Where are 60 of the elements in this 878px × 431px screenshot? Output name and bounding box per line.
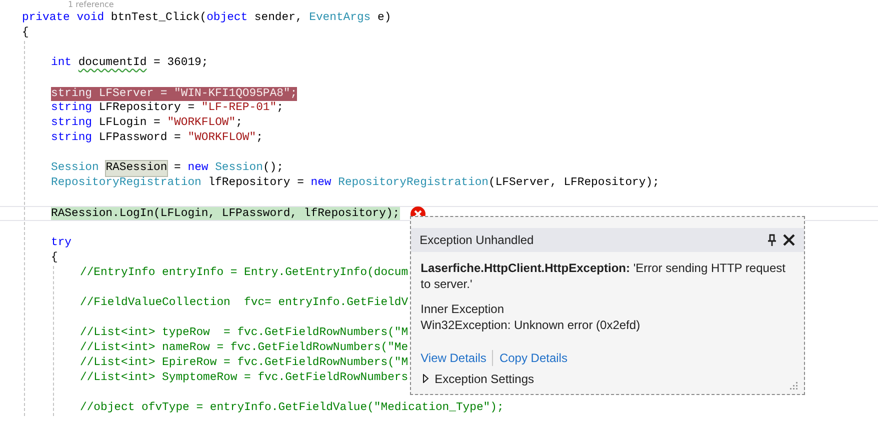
popup-title: Exception Unhandled — [420, 232, 535, 246]
code-token: EventArgs — [309, 11, 371, 26]
code-token: = 36019; — [152, 56, 208, 71]
code-token: string — [51, 116, 92, 131]
code-token: sender, — [253, 11, 304, 26]
inner-exception-message: Win32Exception: Unknown error (0x2efd) — [420, 316, 642, 332]
code-token: new — [310, 176, 332, 191]
code-token: new — [188, 161, 210, 176]
code-token: { — [51, 251, 58, 266]
code-token: RepositoryRegistration — [338, 176, 488, 191]
code-token: LFPassword = — [98, 131, 182, 146]
code-token: btnTest_Click( — [110, 11, 207, 26]
code-token: documentId — [78, 56, 147, 71]
code-token: string — [51, 86, 92, 100]
code-token: LFServer = — [98, 86, 168, 100]
code-token: RASession.LogIn(LFLogin, LFPassword, lfRepository); — [51, 206, 400, 220]
details-link[interactable]: View Details — [420, 350, 486, 364]
code-token: //FieldValueCollection fvc= entryInfo.GetFieldV — [80, 296, 408, 311]
code-token: "WIN-KFI1QO95PA8" — [174, 86, 290, 100]
code-token: ; — [276, 101, 284, 116]
code-token: RepositoryRegistration — [51, 176, 202, 191]
exception-message: Laserfiche.HttpClient.HttpException: 'Error sending HTTP request to server.' — [420, 260, 786, 292]
code-token: "WORKFLOW" — [188, 131, 256, 146]
code-token: (); — [262, 161, 284, 176]
code-token: void — [76, 11, 104, 26]
details-link[interactable]: Copy Details — [499, 350, 568, 364]
inner-exception-label: Inner Exception — [420, 300, 506, 316]
code-token: e) — [376, 11, 392, 26]
code-token: object — [206, 11, 248, 26]
code-token: "LF-REP-01" — [201, 101, 277, 116]
triangle-right-icon — [422, 374, 429, 383]
code-token: string — [51, 101, 92, 116]
code-token: //List<int> typeRow = fvc.GetFieldRowNumbers("M — [80, 326, 408, 341]
code-token: int — [51, 56, 73, 71]
code-token: LFLogin = — [98, 116, 162, 131]
code-token: = — [173, 161, 182, 176]
code-token: "WORKFLOW" — [167, 116, 236, 131]
pin-icon — [766, 234, 777, 246]
codelens-text[interactable]: 1 reference — [22, 0, 878, 11]
code-token: //List<int> SymptomeRow = fvc.GetFieldRowNumbers — [80, 371, 408, 386]
code-token: try — [51, 236, 72, 251]
exception-settings-expander[interactable]: Exception Settings — [422, 372, 795, 386]
code-token: //object ofvType = entryInfo.GetFieldValue("Medication_Type"); — [80, 401, 504, 416]
code-token: private — [22, 11, 71, 26]
code-token: ; — [290, 86, 298, 100]
code-token: ; — [256, 131, 263, 146]
code-token: Session — [51, 161, 100, 176]
code-token: lfRepository = — [207, 176, 305, 191]
close-icon — [782, 234, 795, 246]
code-token: //List<int> EpireRow = fvc.GetFieldRowNumbers("M — [80, 356, 408, 371]
resize-grip-icon[interactable] — [788, 380, 798, 390]
code-token: string — [51, 131, 92, 146]
code-token: ; — [236, 116, 242, 131]
code-token: (LFServer, LFRepository); — [488, 176, 660, 191]
code-token: //List<int> nameRow = fvc.GetFieldRowNumbers("Me — [80, 341, 408, 356]
code-token: Session — [215, 161, 263, 176]
code-token: //EntryInfo entryInfo = Entry.GetEntryInfo(docum — [80, 266, 408, 281]
code-token: LFRepository = — [98, 101, 196, 116]
code-token: RASession — [106, 161, 168, 176]
code-token: { — [22, 26, 29, 41]
